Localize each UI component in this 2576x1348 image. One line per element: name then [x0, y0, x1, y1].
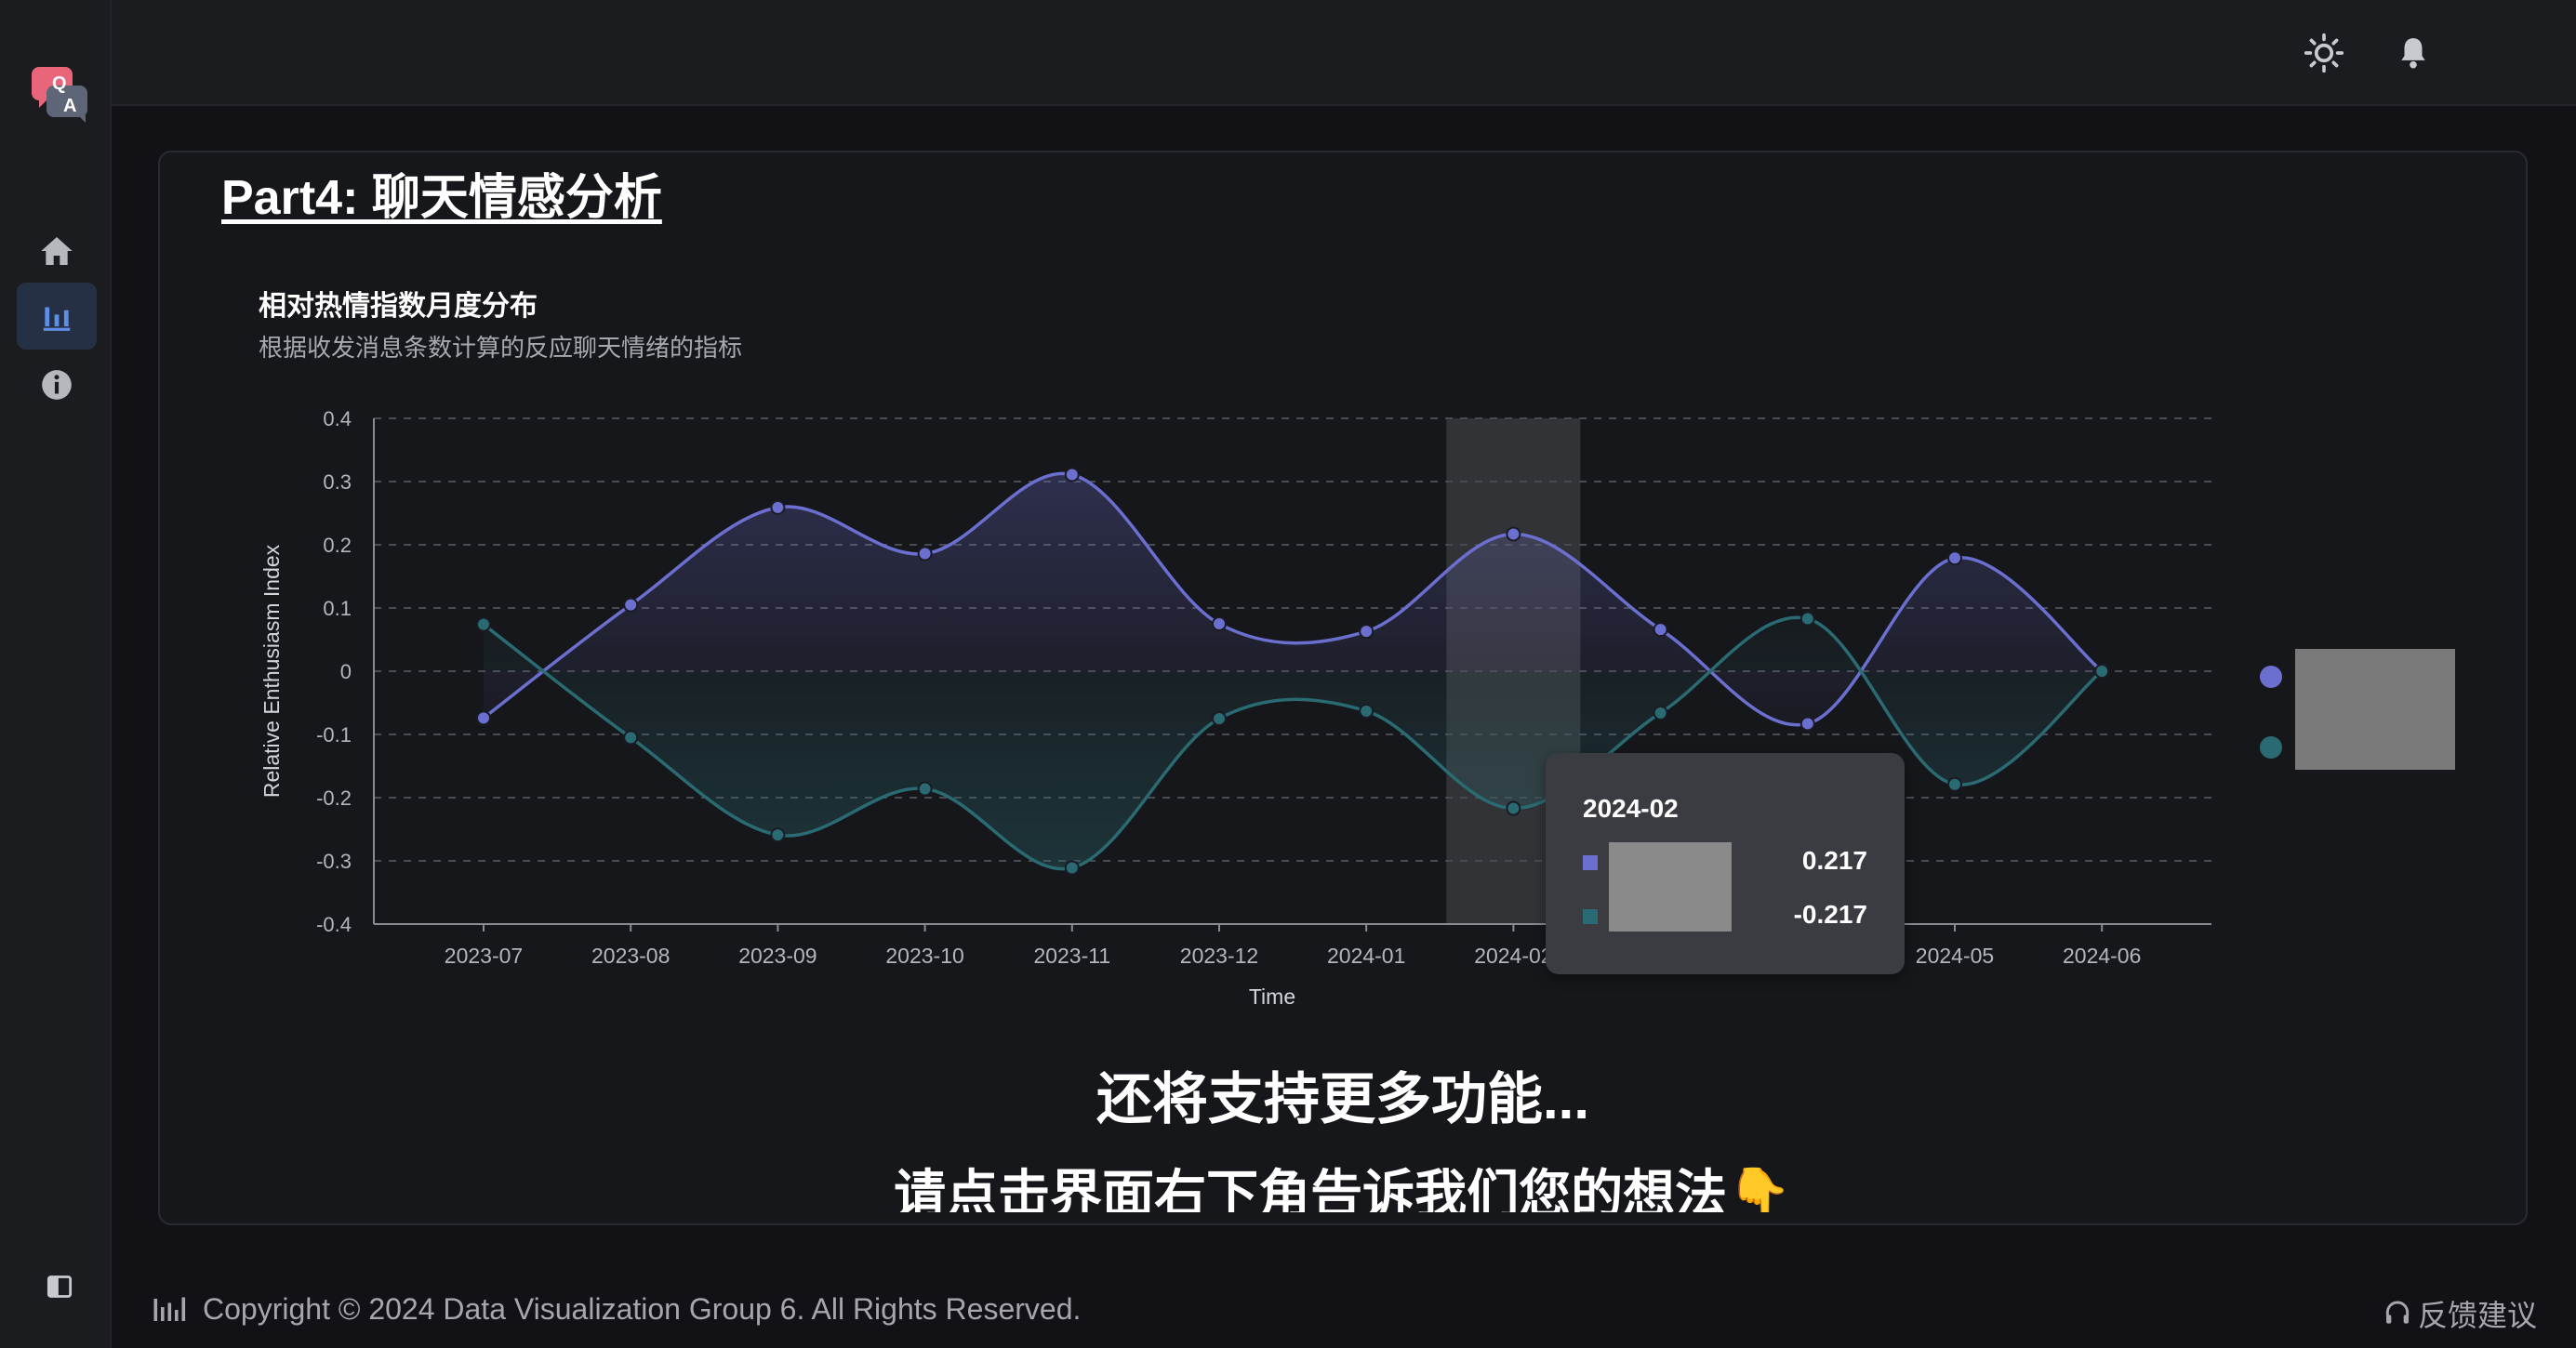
- sidebar-item-info[interactable]: [17, 351, 97, 418]
- series-1-point: [917, 546, 933, 562]
- info-icon: [42, 370, 72, 400]
- series-1-point: [1212, 616, 1227, 631]
- y-tick-label: 0.2: [323, 534, 352, 557]
- tooltip-value-2: -0.217: [1793, 900, 1867, 929]
- series-2-point: [1947, 776, 1962, 792]
- tooltip-series2-marker: [1583, 909, 1598, 924]
- series-1-point: [1506, 526, 1521, 542]
- series-2-point: [917, 781, 933, 797]
- app-logo[interactable]: Q A: [28, 61, 93, 126]
- bar-chart-icon: [43, 307, 71, 331]
- y-tick-label: -0.1: [316, 723, 352, 747]
- y-tick-label: 0.3: [323, 470, 352, 494]
- footer: Copyright © 2024 Data Visualization Grou…: [112, 1272, 2576, 1348]
- feedback-label: 反馈建议: [2417, 1299, 2537, 1332]
- y-tick-label: -0.3: [316, 850, 352, 873]
- x-tick-label: 2023-08: [591, 944, 670, 968]
- feedback-prompt-message: 请点击界面右下角告诉我们您的想法👇: [894, 1165, 1792, 1212]
- series-2-point: [623, 730, 639, 746]
- series-2-point: [1212, 711, 1227, 726]
- y-tick-label: -0.4: [316, 913, 352, 936]
- tooltip-name-placeholder: [1609, 842, 1732, 932]
- x-tick-label: 2023-12: [1180, 944, 1258, 968]
- series-1-point: [1653, 622, 1668, 638]
- series-2-point: [1506, 800, 1521, 816]
- top-bar: SU: [112, 0, 2576, 106]
- analysis-panel: Part4: 聊天情感分析 相对热情指数月度分布 根据收发消息条数计算的反应聊天…: [158, 151, 2528, 1225]
- svg-text:A: A: [63, 96, 76, 116]
- tooltip-value-1: 0.217: [1801, 846, 1867, 875]
- x-tick-label: 2023-07: [445, 944, 523, 968]
- x-tick-label: 2024-06: [2063, 944, 2141, 968]
- sidebar-toggle-button[interactable]: [46, 1274, 73, 1300]
- series-1-point: [623, 597, 639, 613]
- headset-icon: [2385, 1301, 2410, 1324]
- svg-text:Q: Q: [52, 73, 67, 94]
- x-tick-label: 2023-10: [885, 944, 963, 968]
- sun-icon: [2304, 33, 2344, 73]
- y-tick-label: 0.1: [323, 597, 352, 620]
- y-tick-label: 0.4: [323, 407, 352, 430]
- y-axis-title: Relative Enthusiasm Index: [259, 544, 284, 798]
- series-2-point: [770, 827, 786, 843]
- legend-placeholder-block: [2295, 649, 2455, 770]
- more-features-message: 还将支持更多功能...: [1095, 1068, 1589, 1130]
- series-2-point: [1064, 860, 1080, 876]
- x-tick-label: 2024-01: [1327, 944, 1405, 968]
- y-tick-label: 0: [340, 660, 352, 683]
- legend-series-2-marker: [2260, 736, 2282, 759]
- tooltip-title: 2024-02: [1583, 794, 1679, 823]
- sidebar: Q A: [0, 0, 112, 1348]
- series-2-point: [2094, 664, 2110, 679]
- chart-logo-icon: [153, 1297, 186, 1321]
- enthusiasm-line-chart[interactable]: 0.4 0.3 0.2 0.1 0 -0.1 -0.2 -0.3 -0.4 2023-07 2023…: [160, 152, 2528, 1045]
- series-1-point: [476, 710, 491, 726]
- bell-icon: [2401, 38, 2425, 69]
- sidebar-item-charts[interactable]: [17, 283, 97, 350]
- series-2-point: [1653, 705, 1668, 720]
- sidebar-item-home[interactable]: [17, 218, 97, 284]
- series-1-point: [1799, 716, 1815, 732]
- x-tick-label: 2023-09: [738, 944, 817, 968]
- legend-series-1-marker: [2260, 666, 2282, 688]
- x-axis-title: Time: [1249, 985, 1295, 1009]
- series-2-point: [476, 616, 491, 632]
- home-icon: [41, 237, 73, 265]
- copyright-text: Copyright © 2024 Data Visualization Grou…: [203, 1292, 1082, 1326]
- series-1-point: [1064, 467, 1080, 482]
- x-tick-label: 2024-02: [1474, 944, 1552, 968]
- x-tick-label: 2024-05: [1916, 944, 1994, 968]
- y-tick-label: -0.2: [316, 786, 352, 810]
- theme-toggle-button[interactable]: [2303, 32, 2345, 74]
- series-1-point: [1947, 550, 1962, 566]
- series-2-point: [1799, 611, 1815, 627]
- x-tick-label: 2023-11: [1033, 944, 1110, 968]
- notification-button[interactable]: [2392, 32, 2435, 74]
- series-1-point: [770, 499, 786, 515]
- feedback-link[interactable]: 反馈建议: [2383, 1292, 2537, 1335]
- series-2-point: [1359, 703, 1374, 719]
- chart-tooltip: 2024-02 0.217 -0.217: [1546, 753, 1905, 974]
- series-1-point: [1359, 624, 1374, 640]
- tooltip-series1-marker: [1583, 855, 1598, 870]
- sidebar-toggle-icon: [46, 1275, 73, 1298]
